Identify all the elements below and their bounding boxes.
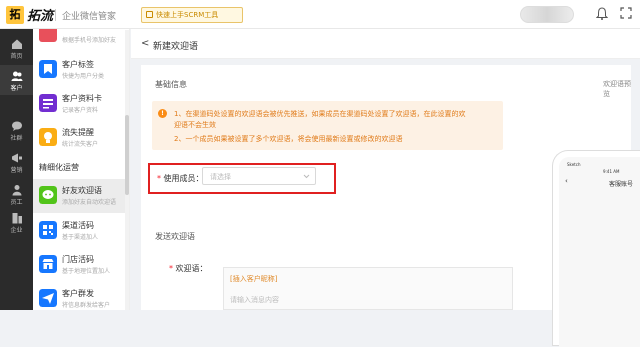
insert-nickname-tag[interactable]: [插入客户昵称] [230, 274, 277, 284]
submenu-item-customer-tags[interactable]: 客户标签 快捷为用户分类 [33, 53, 129, 87]
quick-start-label: 快速上手SCRM工具 [156, 11, 219, 19]
notice-line-1b: 迎语不会生效 [174, 121, 216, 129]
store-icon [39, 255, 57, 273]
warning-icon: ! [158, 109, 167, 118]
rail-label: 社群 [10, 135, 23, 142]
phone-screen: Sketch 9:41 AM ‹ 客服账号 [559, 157, 640, 347]
tag-icon [39, 60, 57, 78]
logo-text: 拓流 [27, 9, 54, 24]
submenu-item-mass-send[interactable]: 客户群发 将信息群发给客户 [33, 282, 129, 310]
welcome-editor[interactable]: [插入客户昵称] 请输入消息内容 [223, 267, 513, 310]
rail-item-company[interactable]: 企业 [0, 207, 33, 237]
submenu-item-desc: 快捷为用户分类 [62, 73, 105, 80]
member-select-placeholder: 请选择 [210, 173, 231, 181]
bell-icon[interactable] [596, 7, 608, 20]
send-icon [39, 289, 57, 307]
rail-label: 员工 [10, 199, 23, 206]
main-nav-rail: 首页 客户 社群 营销 员工 企业 [0, 29, 33, 310]
phone-preview: Sketch 9:41 AM ‹ 客服账号 [552, 150, 640, 347]
submenu-item-desc: 将信息群发给客户 [62, 302, 111, 309]
submenu-item-phone-add[interactable]: 根据手机号添加好友 [33, 29, 129, 51]
member-field-label: * 使用成员： [157, 173, 204, 184]
welcome-field-label: * 欢迎语： [169, 263, 208, 274]
main-content: < 新建欢迎语 基础信息 ! 1、在渠道码处设置的欢迎语会被优先推送，如果成员在… [131, 29, 640, 347]
notice-line-2: 2、一个成员如果被设置了多个欢迎语，将会使用最新设置或修改的欢迎语 [174, 135, 403, 143]
submenu-item-desc: 统计流失客户 [62, 141, 99, 148]
notice-line-1: 1、在渠道码处设置的欢迎语会被优先推送，如果成员在渠道码处设置了欢迎语，在此设置… [174, 110, 466, 118]
submenu-item-churn-alert[interactable]: 流失提醒 统计流失客户 [33, 121, 129, 155]
submenu-item-desc: 根据手机号添加好友 [62, 37, 117, 44]
qrcode-icon [39, 221, 57, 239]
customer-submenu: 根据手机号添加好友 客户标签 快捷为用户分类 客户资料卡 记录客户资料 流失提醒… [33, 29, 130, 310]
submenu-scrollbar-thumb[interactable] [125, 115, 129, 195]
submenu-item-desc: 记录客户资料 [62, 107, 99, 114]
rail-label: 首页 [10, 53, 23, 60]
basic-info-label: 基础信息 [155, 80, 187, 89]
message-placeholder: 请输入消息内容 [230, 296, 279, 304]
submenu-section-title: 精细化运营 [39, 163, 79, 172]
home-icon [11, 39, 22, 49]
chevron-down-icon [303, 174, 310, 179]
fullscreen-icon[interactable] [620, 7, 632, 19]
phone-carrier: Sketch [567, 162, 581, 167]
welcome-label-text: 欢迎语： [175, 264, 208, 273]
divider [55, 9, 56, 21]
user-account-button[interactable] [520, 6, 574, 23]
submenu-item-title: 好友欢迎语 [62, 186, 102, 195]
preview-label: 欢迎语预览 [603, 80, 631, 98]
rail-label: 企业 [10, 227, 23, 234]
rail-item-marketing[interactable]: 营销 [0, 147, 33, 177]
rail-item-customers[interactable]: 客户 [0, 65, 33, 95]
submenu-item-title: 客户标签 [62, 60, 94, 69]
rail-item-staff[interactable]: 员工 [0, 179, 33, 209]
member-select[interactable]: 请选择 [202, 167, 316, 185]
notice-box: ! 1、在渠道码处设置的欢迎语会被优先推送，如果成员在渠道码处设置了欢迎语，在此… [152, 101, 503, 150]
quick-start-button[interactable]: 快速上手SCRM工具 [141, 7, 243, 23]
chevron-left-icon: ‹ [565, 177, 568, 185]
submenu-item-desc: 添加好友自动欢迎语 [62, 199, 117, 206]
logo-mark: 拓 [6, 6, 24, 24]
submenu-item-profile-card[interactable]: 客户资料卡 记录客户资料 [33, 87, 129, 121]
wechat-icon [39, 186, 57, 204]
back-button[interactable]: < [141, 38, 149, 49]
chat-title: 客服账号 [609, 181, 634, 188]
submenu-item-title: 客户群发 [62, 289, 94, 298]
users-icon [11, 71, 22, 81]
rail-item-home[interactable]: 首页 [0, 33, 33, 63]
rail-label: 营销 [10, 167, 23, 174]
submenu-item-welcome-message[interactable]: 好友欢迎语 添加好友自动欢迎语 [33, 179, 129, 213]
rail-label: 客户 [10, 85, 23, 92]
guide-icon [146, 11, 153, 18]
churn-alert-icon [39, 128, 57, 146]
phone-add-icon [39, 29, 57, 42]
submenu-item-channel-code[interactable]: 渠道活码 基于渠道加人 [33, 214, 129, 248]
submenu-item-desc: 基于渠道加人 [62, 234, 99, 241]
submenu-item-title: 流失提醒 [62, 128, 94, 137]
phone-time: 9:41 AM [603, 169, 620, 174]
top-bar: 拓 拓流 企业微信管家 快速上手SCRM工具 [0, 0, 640, 29]
submenu-item-title: 门店活码 [62, 255, 94, 264]
marketing-icon [11, 153, 22, 163]
building-icon [12, 213, 22, 224]
submenu-item-desc: 基于地理位置加人 [62, 268, 111, 275]
page-title: 新建欢迎语 [153, 42, 199, 52]
submenu-item-store-code[interactable]: 门店活码 基于地理位置加人 [33, 248, 129, 282]
page-header: < 新建欢迎语 [131, 29, 640, 59]
member-label-text: 使用成员： [163, 174, 204, 183]
chat-icon [11, 121, 22, 131]
submenu-item-title: 渠道活码 [62, 221, 94, 230]
staff-icon [12, 185, 21, 196]
submenu-item-title: 客户资料卡 [62, 94, 102, 103]
app-name: 企业微信管家 [62, 12, 117, 22]
rail-item-community[interactable]: 社群 [0, 115, 33, 145]
send-welcome-label: 发送欢迎语 [155, 232, 195, 241]
profile-card-icon [39, 94, 57, 112]
